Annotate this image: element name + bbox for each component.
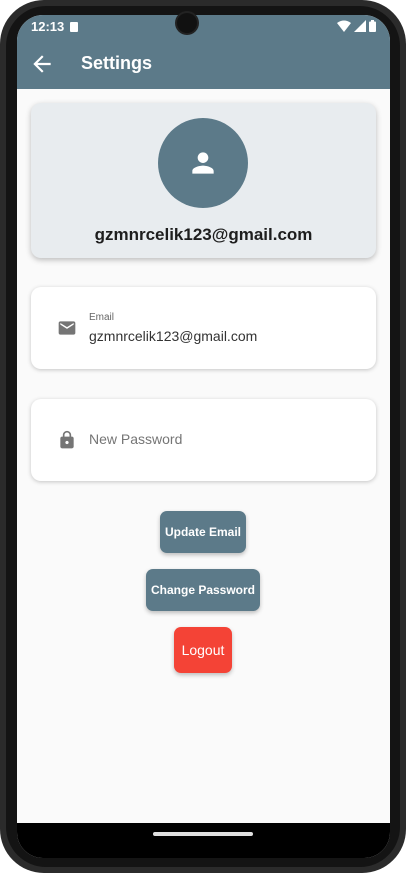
arrow-back-icon — [33, 55, 51, 73]
lock-icon — [60, 430, 74, 449]
system-navigation-bar — [17, 823, 390, 858]
home-indicator[interactable] — [153, 832, 253, 836]
phone-frame: 12:13 Settings gzmnrcelik123@gmail.com E… — [0, 0, 406, 873]
email-field[interactable]: Email gzmnrcelik123@gmail.com — [31, 287, 376, 369]
back-button[interactable] — [29, 51, 55, 77]
person-icon — [192, 152, 214, 174]
email-field-value[interactable]: gzmnrcelik123@gmail.com — [89, 328, 257, 344]
logout-button[interactable]: Logout — [174, 627, 232, 673]
status-time: 12:13 — [31, 19, 65, 34]
profile-email: gzmnrcelik123@gmail.com — [94, 225, 313, 244]
signal-icon — [354, 20, 366, 32]
app-screen: 12:13 Settings gzmnrcelik123@gmail.com E… — [17, 15, 390, 858]
avatar — [158, 118, 248, 208]
mail-icon — [58, 321, 76, 335]
new-password-field[interactable]: New Password — [31, 399, 376, 481]
update-email-button[interactable]: Update Email — [160, 511, 246, 553]
sim-card-icon — [70, 22, 78, 32]
status-bar: 12:13 — [17, 15, 390, 39]
front-camera — [177, 13, 197, 33]
profile-card: gzmnrcelik123@gmail.com — [31, 103, 376, 258]
app-bar: Settings — [17, 39, 390, 89]
battery-icon — [369, 20, 376, 32]
change-password-button[interactable]: Change Password — [146, 569, 260, 611]
page-title: Settings — [81, 53, 153, 73]
status-icons — [337, 20, 376, 32]
wifi-icon — [337, 20, 351, 32]
email-field-label: Email — [89, 312, 115, 323]
new-password-placeholder[interactable]: New Password — [89, 431, 182, 447]
